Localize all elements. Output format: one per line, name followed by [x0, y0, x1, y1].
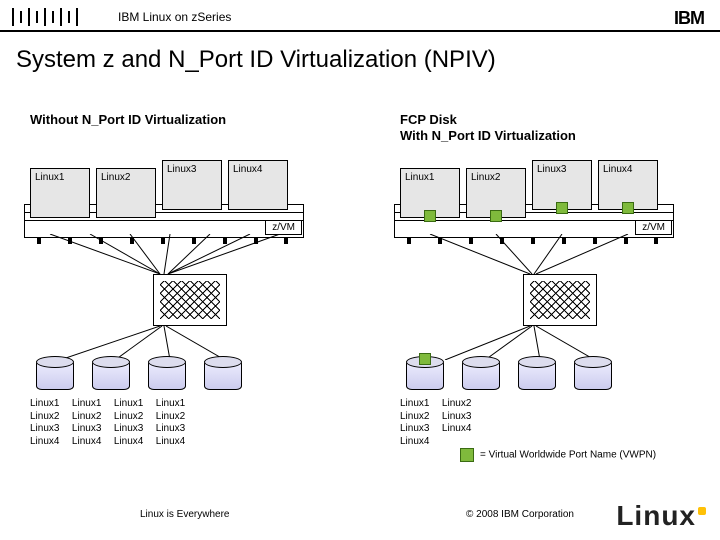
guest-stack: Linux1 Linux2 Linux3 Linux4 z/VM [400, 160, 666, 234]
panel-caption: Without N_Port ID Virtualization [30, 112, 350, 146]
fan-in-lines [400, 234, 666, 274]
disk-icon [148, 360, 186, 390]
header-breadcrumb: IBM Linux on zSeries [118, 10, 231, 24]
fan-out-lines [400, 326, 666, 360]
disk-icon [518, 360, 556, 390]
fan-out-lines [30, 326, 296, 360]
disk-icon [204, 360, 242, 390]
slide: IBM Linux on zSeries IBM System z and N_… [0, 0, 720, 540]
panel-with-npiv: FCP Disk With N_Port ID Virtualization L… [400, 112, 720, 448]
vwpn-marker-icon [556, 202, 568, 214]
vwpn-marker-icon [622, 202, 634, 214]
footer-tagline: Linux is Everywhere [140, 509, 229, 520]
vwpn-marker-icon [490, 210, 502, 222]
header-rule [0, 30, 720, 32]
vwpn-marker-icon [424, 210, 436, 222]
fan-in-lines [30, 234, 296, 274]
disk-icon [36, 360, 74, 390]
guest-box: Linux2 [96, 168, 156, 218]
guest-stack: Linux1 Linux2 Linux3 Linux4 z/VM [30, 160, 296, 234]
guest-box: Linux3 [162, 160, 222, 210]
san-fabric-icon [523, 274, 597, 326]
header-stripes [12, 8, 78, 26]
disk-row [406, 360, 720, 390]
disk-icon [406, 360, 444, 390]
disk-assignment-table: Linux1Linux2Linux3Linux4 Linux1Linux2Lin… [30, 398, 350, 448]
disk-icon [92, 360, 130, 390]
hypervisor-label: z/VM [635, 220, 672, 235]
vwpn-marker-icon [419, 353, 431, 365]
disk-icon [574, 360, 612, 390]
linux-logo: Linux [616, 500, 706, 532]
panel-without-npiv: Without N_Port ID Virtualization Linux1 … [30, 112, 350, 448]
legend: = Virtual Worldwide Port Name (VWPN) [460, 448, 656, 462]
panel-caption: FCP Disk With N_Port ID Virtualization [400, 112, 720, 146]
vwpn-swatch-icon [460, 448, 474, 462]
footer-copyright: © 2008 IBM Corporation [466, 509, 574, 520]
guest-box: Linux1 [30, 168, 90, 218]
hypervisor-label: z/VM [265, 220, 302, 235]
brand-logo: IBM [674, 8, 704, 29]
disk-assignment-table: Linux1 Linux2 Linux3 Linux4 Linux2 Linux… [400, 398, 720, 448]
disk-row [36, 360, 350, 390]
san-fabric-icon [153, 274, 227, 326]
page-title: System z and N_Port ID Virtualization (N… [16, 46, 496, 74]
guest-box: Linux4 [228, 160, 288, 210]
disk-icon [462, 360, 500, 390]
